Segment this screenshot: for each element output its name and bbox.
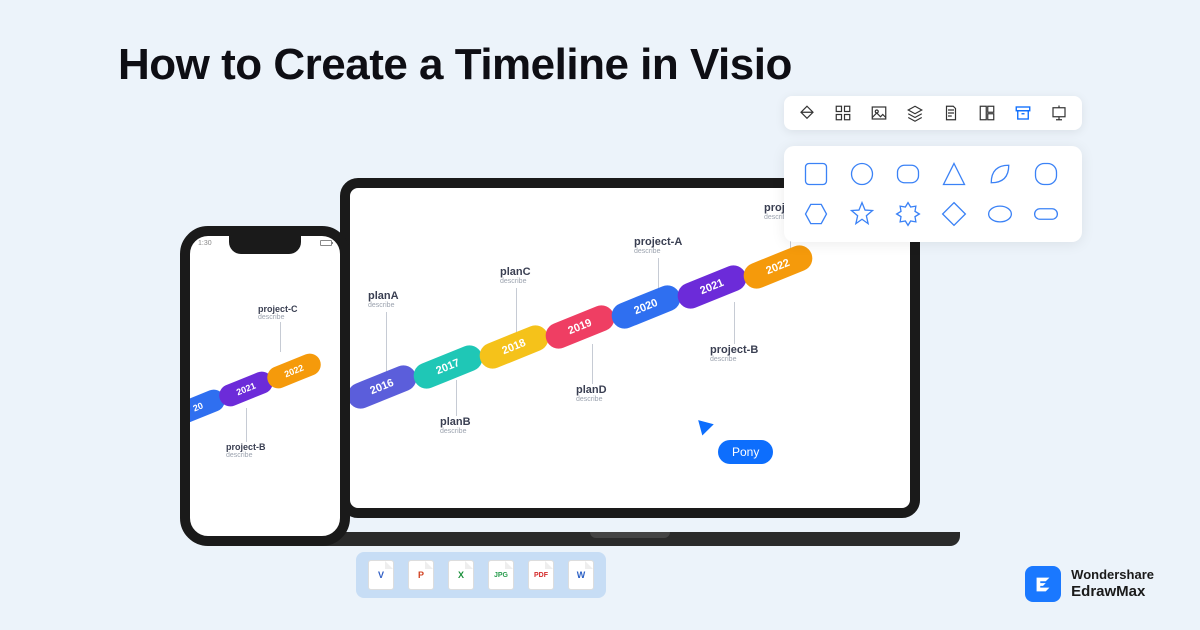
export-excel[interactable]: X [448, 560, 474, 590]
label-projA: project-Adescribe [634, 236, 682, 255]
layout-icon[interactable] [978, 104, 996, 122]
connector [456, 380, 457, 416]
layers-icon[interactable] [906, 104, 924, 122]
present-icon[interactable] [1050, 104, 1068, 122]
brand-wondershare: Wondershare [1071, 568, 1154, 583]
export-formats-bar: V P X JPG PDF W [356, 552, 606, 598]
label-projB: project-Bdescribe [710, 344, 758, 363]
brand-edrawmax: EdrawMax [1071, 583, 1154, 600]
timeline-seg-2016: 2016 [344, 361, 420, 412]
laptop-base [300, 532, 960, 546]
export-jpg[interactable]: JPG [488, 560, 514, 590]
export-pdf[interactable]: PDF [528, 560, 554, 590]
toolbar [784, 96, 1082, 130]
phone-notch [229, 236, 301, 254]
shape-capsule[interactable] [1032, 200, 1060, 228]
timeline-seg-2019: 2019 [542, 301, 618, 352]
phone-seg-2022: 2022 [264, 350, 324, 391]
timeline-seg-2022: 2022 [740, 241, 816, 292]
shape-square[interactable] [802, 160, 830, 188]
phone-time: 1:30 [198, 240, 212, 247]
shape-burst[interactable] [894, 200, 922, 228]
label-planB: planBdescribe [440, 416, 471, 435]
label-planA: planAdescribe [368, 290, 399, 309]
export-word[interactable]: W [568, 560, 594, 590]
shape-star[interactable] [848, 200, 876, 228]
phone-label-projC: project-Cdescribe [258, 304, 298, 321]
phone-battery-icon [320, 240, 332, 246]
timeline-seg-2020: 2020 [608, 281, 684, 332]
edrawmax-logo-icon [1025, 566, 1061, 602]
connector [246, 408, 247, 442]
shape-hexagon[interactable] [802, 200, 830, 228]
connector [592, 344, 593, 384]
brand-footer: Wondershare EdrawMax [1025, 566, 1154, 602]
timeline-seg-2021: 2021 [674, 261, 750, 312]
shapes-panel [784, 146, 1082, 242]
archive-icon[interactable] [1014, 104, 1032, 122]
phone-label-projB: project-Bdescribe [226, 442, 266, 459]
page-icon[interactable] [942, 104, 960, 122]
phone-mockup: 1:30 project-Cdescribe 20 2021 2022 proj… [180, 226, 350, 546]
shape-ellipse[interactable] [986, 200, 1014, 228]
export-powerpoint[interactable]: P [408, 560, 434, 590]
timeline-seg-2017: 2017 [410, 341, 486, 392]
timeline-seg-2018: 2018 [476, 321, 552, 372]
collaborator-name: Pony [718, 440, 773, 464]
grid-icon[interactable] [834, 104, 852, 122]
collaborator-cursor: Pony [700, 418, 773, 464]
cursor-icon [698, 416, 716, 435]
shape-squircle[interactable] [1032, 160, 1060, 188]
label-planD: planDdescribe [576, 384, 607, 403]
label-planC: planCdescribe [500, 266, 531, 285]
export-visio[interactable]: V [368, 560, 394, 590]
connector [280, 322, 281, 352]
shape-leaf[interactable] [986, 160, 1014, 188]
image-icon[interactable] [870, 104, 888, 122]
shape-circle[interactable] [848, 160, 876, 188]
fill-icon[interactable] [798, 104, 816, 122]
page-title: How to Create a Timeline in Visio [118, 40, 792, 90]
shape-diamond[interactable] [940, 200, 968, 228]
shape-rounded-rect[interactable] [894, 160, 922, 188]
shape-triangle[interactable] [940, 160, 968, 188]
connector [386, 312, 387, 374]
connector [734, 302, 735, 344]
